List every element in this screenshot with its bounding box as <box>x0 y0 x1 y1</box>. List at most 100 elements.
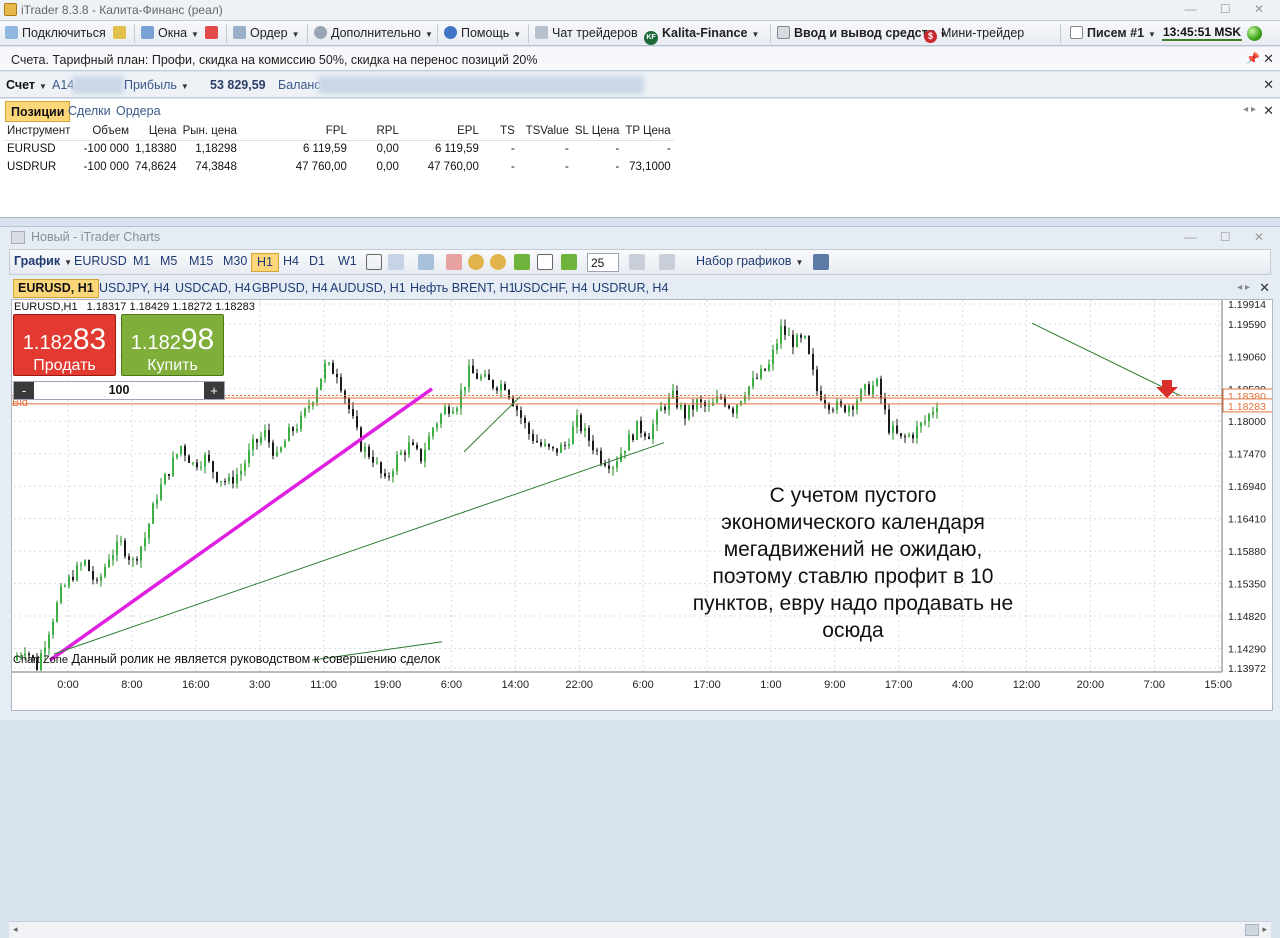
table-cell: 47 760,00 <box>427 161 479 173</box>
candle-body <box>540 442 542 446</box>
menu-windows[interactable]: Окна ▼ <box>141 26 199 40</box>
price-chart[interactable]: 1.199141.195901.190601.185301.180001.174… <box>11 299 1273 711</box>
candle-body <box>896 425 898 434</box>
pin-icon[interactable]: 📌 <box>1246 52 1260 65</box>
scroll-left-icon[interactable]: ◂ <box>13 924 18 935</box>
close-icon[interactable]: ✕ <box>1259 280 1270 296</box>
candle-body <box>924 421 926 423</box>
column-header[interactable]: TP Цена <box>622 123 674 141</box>
timeframe-d1[interactable]: D1 <box>304 253 330 272</box>
frame-icon[interactable] <box>537 254 553 270</box>
eraser-icon[interactable] <box>446 254 462 270</box>
column-header[interactable]: FPL <box>239 123 350 141</box>
timeframe-m15[interactable]: M15 <box>184 253 218 272</box>
chart-window-icon <box>11 231 25 244</box>
menu-extra[interactable]: Дополнительно ▼ <box>314 26 433 40</box>
candle-body <box>112 555 114 560</box>
tab-positions[interactable]: Позиции <box>5 101 71 122</box>
column-header[interactable]: Объем <box>74 123 132 141</box>
symbol-tab-arrows[interactable]: ◂ ▸ <box>1237 282 1250 293</box>
grid-icon[interactable] <box>418 254 434 270</box>
sell-button[interactable]: 1.18283 Продать <box>13 314 116 376</box>
timeframe-m30[interactable]: M30 <box>218 253 252 272</box>
candle-body <box>780 325 782 344</box>
timeframe-w1[interactable]: W1 <box>333 253 362 272</box>
timeframe-h4[interactable]: H4 <box>278 253 304 272</box>
x-tick-label: 0:00 <box>57 679 78 691</box>
candle-body <box>848 406 850 413</box>
a-icon[interactable] <box>561 254 577 270</box>
buy-button[interactable]: 1.18298 Купить <box>121 314 224 376</box>
menu-order[interactable]: Ордер ▼ <box>233 26 300 40</box>
trend-line-green <box>463 396 521 453</box>
c-icon[interactable] <box>514 254 530 270</box>
chart-window-controls[interactable]: — ☐ ✕ <box>1185 230 1274 244</box>
column-header[interactable]: EPL <box>401 123 482 141</box>
symbol-selector[interactable]: EURUSD <box>74 254 127 268</box>
chart-type-icon[interactable] <box>388 254 404 270</box>
column-header[interactable]: Рын. цена <box>179 123 240 141</box>
account-info-bar: Счета. Тарифный план: Профи, скидка на к… <box>0 47 1280 71</box>
timeframe-m1[interactable]: M1 <box>128 253 155 272</box>
zoom-in-icon[interactable] <box>468 254 484 270</box>
candle-body <box>396 454 398 472</box>
bars-spinner[interactable]: 25 <box>587 253 619 272</box>
candle-body <box>400 452 402 455</box>
candle-body <box>424 449 426 462</box>
window-controls[interactable]: — ☐ ✕ <box>1185 2 1274 16</box>
tools-icon[interactable] <box>113 26 130 40</box>
chart-menu[interactable]: График ▼ <box>14 254 72 268</box>
table-row[interactable]: USDRUR -100 000 74,8624 74,3848 47 760,00 0,0… <box>4 158 674 176</box>
increase-button[interactable]: + <box>204 382 224 399</box>
menu-connect[interactable]: Подключиться <box>5 26 106 40</box>
candle-body <box>416 444 418 449</box>
indicator-icon[interactable] <box>629 254 645 270</box>
tools-icon[interactable] <box>659 254 675 270</box>
table-row[interactable]: EURUSD -100 000 1,18380 1,18298 6 119,59 0,00… <box>4 140 674 158</box>
save-icon[interactable] <box>813 254 829 270</box>
symbol-tab[interactable]: Нефть BRENT, H1 <box>407 279 519 298</box>
symbol-tab[interactable]: GBPUSD, H4 <box>249 279 331 298</box>
scroll-right-icon[interactable]: ▸ <box>1262 924 1267 935</box>
account-label[interactable]: Счет ▼ <box>6 78 47 92</box>
quantity-stepper[interactable]: - 100 + <box>13 381 225 400</box>
symbol-tab[interactable]: USDCHF, H4 <box>511 279 591 298</box>
symbol-tab[interactable]: USDCAD, H4 <box>172 279 254 298</box>
candle-body <box>700 399 702 403</box>
tab-orders[interactable]: Ордера <box>111 101 166 122</box>
symbol-tab[interactable]: AUDUSD, H1 <box>327 279 409 298</box>
quantity-value[interactable]: 100 <box>14 383 224 397</box>
menu-kalita[interactable]: KF Kalita-Finance ▼ <box>644 26 759 45</box>
menu-deposit[interactable]: Ввод и вывод средств ▼ <box>777 26 947 40</box>
x-tick-label: 16:00 <box>182 679 210 691</box>
zoom-out-icon[interactable] <box>490 254 506 270</box>
chart-scrollbar[interactable]: ◂ ▸ <box>9 921 1271 938</box>
symbol-tab[interactable]: EURUSD, H1 <box>13 279 99 298</box>
column-header[interactable]: Инструмент <box>4 123 74 141</box>
profit-label[interactable]: Прибыль ▼ <box>124 78 189 92</box>
symbol-tab[interactable]: USDJPY, H4 <box>96 279 173 298</box>
close-icon[interactable]: ✕ <box>1263 51 1274 67</box>
menu-mini-trader[interactable]: $ Мини-трейдер <box>924 26 1024 43</box>
tab-deals[interactable]: Сделки <box>63 101 116 122</box>
menu-help[interactable]: Помощь ▼ <box>444 26 521 40</box>
column-header[interactable]: SL Цена <box>571 123 623 141</box>
timeframe-h1[interactable]: H1 <box>251 253 279 272</box>
tab-scroll-arrows[interactable]: ◂ ▸ <box>1243 104 1256 115</box>
candle-body <box>868 384 870 395</box>
menu-chat[interactable]: Чат трейдеров <box>535 26 638 40</box>
column-header[interactable]: RPL <box>349 123 402 141</box>
close-icon[interactable]: ✕ <box>1263 77 1274 93</box>
column-header[interactable]: TSValue <box>517 123 572 141</box>
timeframe-m5[interactable]: M5 <box>155 253 182 272</box>
column-header[interactable]: TS <box>481 123 518 141</box>
column-header[interactable]: Цена <box>132 123 180 141</box>
symbol-tab[interactable]: USDRUR, H4 <box>589 279 671 298</box>
expand-icon[interactable] <box>205 26 222 40</box>
candle-body <box>60 586 62 603</box>
close-icon[interactable]: ✕ <box>1263 103 1274 119</box>
chart-set-menu[interactable]: Набор графиков ▼ <box>696 254 803 268</box>
menu-letters[interactable]: Писем #1 ▼ <box>1070 26 1156 40</box>
scroll-thumb[interactable] <box>1245 924 1259 936</box>
crosshair-icon[interactable] <box>366 254 382 270</box>
